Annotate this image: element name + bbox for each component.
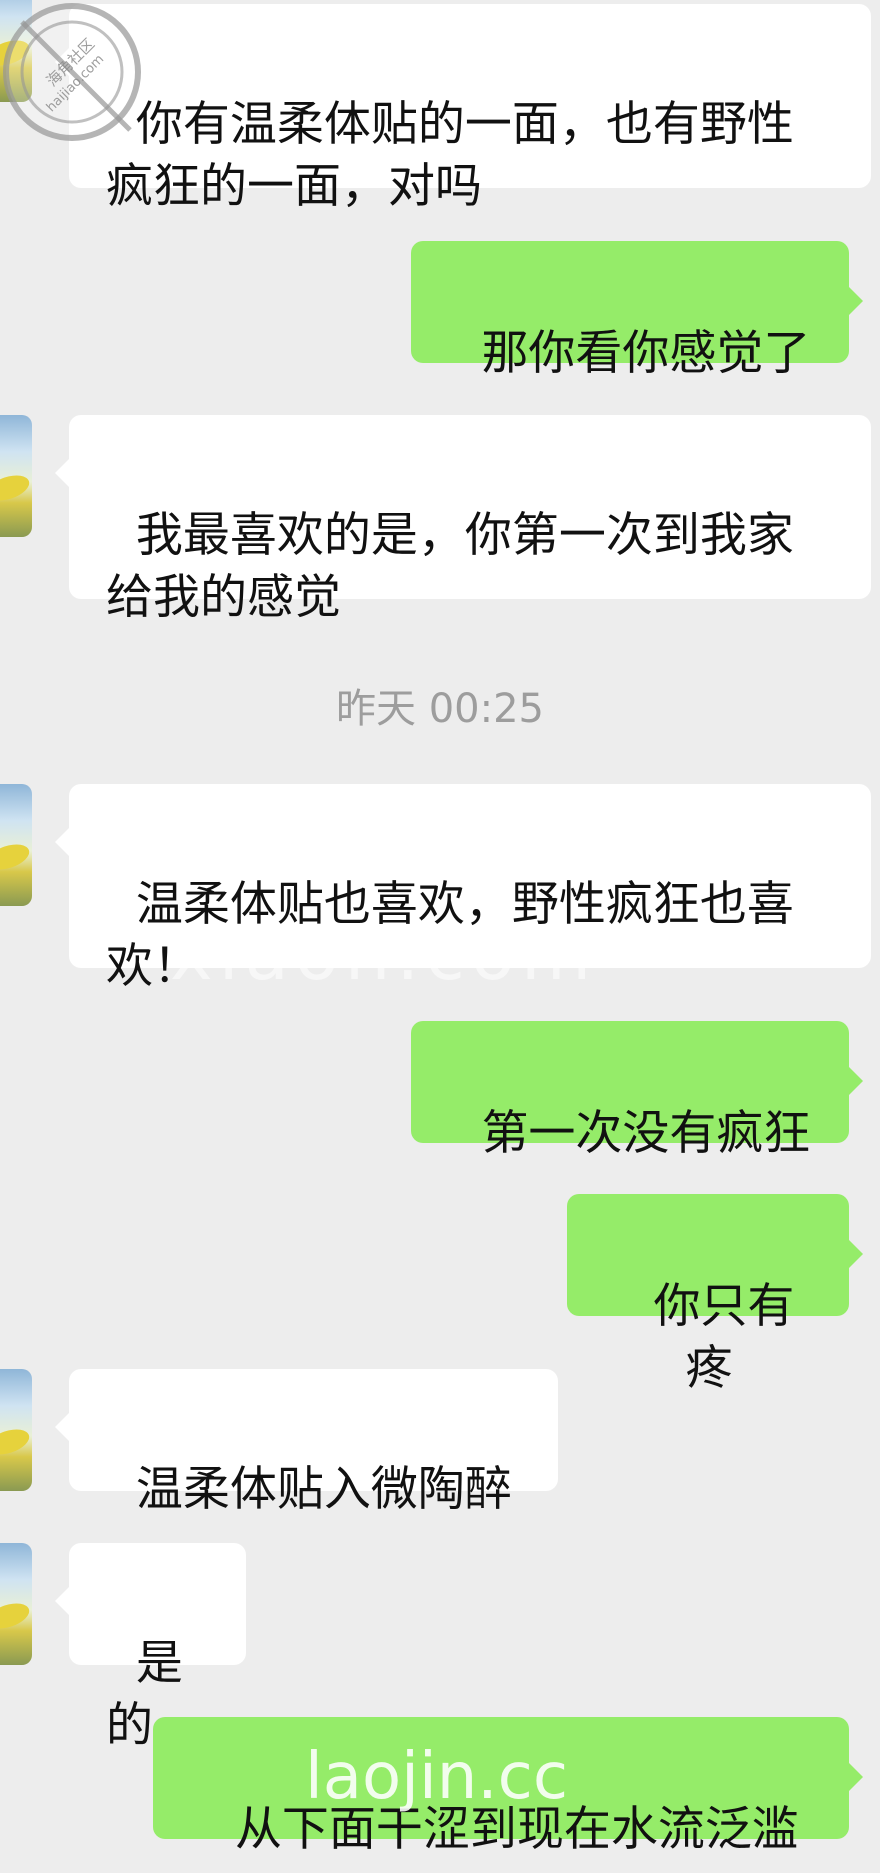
- message-text: 我最喜欢的是，你第一次到我家给我的感觉: [106, 508, 794, 625]
- message-bubble-incoming[interactable]: 是的: [55, 1543, 246, 1753]
- contact-avatar[interactable]: [0, 415, 32, 537]
- message-text: 温柔体贴也喜欢，野性疯狂也喜欢！: [106, 877, 794, 994]
- message-bubble-incoming[interactable]: 温柔体贴入微陶醉: [55, 1369, 558, 1517]
- message-bubble-incoming[interactable]: 你有温柔体贴的一面，也有野性疯狂的一面，对吗: [55, 4, 871, 214]
- message-bubble-incoming[interactable]: 温柔体贴也喜欢，野性疯狂也喜欢！: [55, 784, 871, 994]
- chat-timestamp: 昨天 00:25: [336, 686, 544, 732]
- message-text: 你有温柔体贴的一面，也有野性疯狂的一面，对吗: [106, 97, 794, 214]
- message-bubble-outgoing[interactable]: 你只有疼: [567, 1194, 863, 1396]
- message-text: 那你看你感觉了: [481, 326, 811, 381]
- message-bubble-incoming[interactable]: 我最喜欢的是，你第一次到我家给我的感觉: [55, 415, 871, 625]
- message-text: 温柔体贴入微陶醉: [135, 1462, 512, 1517]
- message-bubble-outgoing[interactable]: 第一次没有疯狂: [411, 1021, 863, 1161]
- message-bubble-outgoing[interactable]: 从下面干涩到现在水流泛滥: [153, 1717, 863, 1857]
- contact-avatar[interactable]: [0, 784, 32, 906]
- message-bubble-outgoing[interactable]: 那你看你感觉了: [411, 241, 863, 381]
- contact-avatar[interactable]: [0, 1369, 32, 1491]
- message-text: 你只有疼: [653, 1279, 795, 1396]
- contact-avatar[interactable]: [0, 0, 32, 102]
- message-text: 第一次没有疯狂: [481, 1106, 811, 1161]
- message-text: 从下面干涩到现在水流泛滥: [234, 1802, 799, 1857]
- contact-avatar[interactable]: [0, 1543, 32, 1665]
